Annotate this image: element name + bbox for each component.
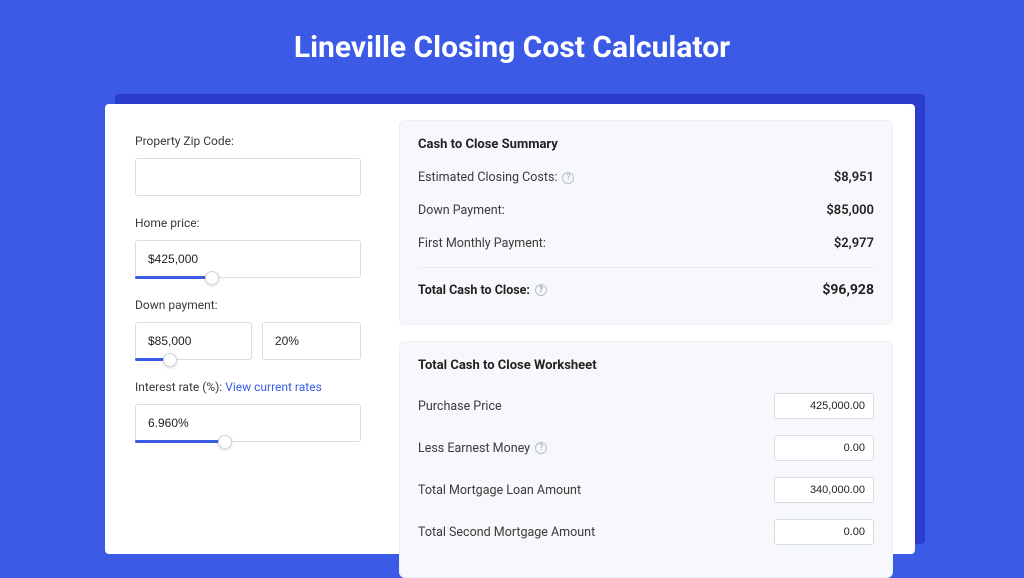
summary-label-total: Total Cash to Close: ?	[418, 283, 547, 298]
down-payment-slider-wrap	[135, 322, 252, 360]
worksheet-input-second-mortgage[interactable]	[774, 519, 874, 545]
worksheet-title: Total Cash to Close Worksheet	[418, 358, 874, 373]
summary-label-total-text: Total Cash to Close:	[418, 283, 530, 298]
worksheet-label-earnest-money-text: Less Earnest Money	[418, 441, 530, 456]
summary-row-closing-costs: Estimated Closing Costs: ? $8,951	[418, 170, 874, 203]
summary-label-first-payment: First Monthly Payment:	[418, 236, 546, 251]
home-price-label: Home price:	[135, 216, 361, 230]
interest-label: Interest rate (%): View current rates	[135, 380, 361, 394]
down-payment-field-group: Down payment:	[135, 298, 361, 360]
home-price-field-group: Home price:	[135, 216, 361, 278]
summary-value-closing-costs: $8,951	[834, 170, 874, 185]
worksheet-label-earnest-money: Less Earnest Money ?	[418, 441, 547, 456]
worksheet-input-earnest-money[interactable]	[774, 435, 874, 461]
summary-value-total: $96,928	[822, 282, 874, 298]
zip-field-group: Property Zip Code:	[135, 134, 361, 196]
interest-field-group: Interest rate (%): View current rates	[135, 380, 361, 442]
help-icon[interactable]: ?	[535, 284, 547, 296]
worksheet-input-mortgage-loan[interactable]	[774, 477, 874, 503]
down-payment-pct-input[interactable]	[262, 322, 361, 360]
help-icon[interactable]: ?	[535, 442, 547, 454]
summary-row-total: Total Cash to Close: ? $96,928	[418, 267, 874, 316]
summary-row-down-payment: Down Payment: $85,000	[418, 203, 874, 236]
home-price-slider-thumb[interactable]	[205, 271, 219, 285]
down-payment-slider-thumb[interactable]	[163, 353, 177, 367]
inputs-panel: Property Zip Code: Home price: Down paym…	[105, 104, 383, 554]
worksheet-input-purchase-price[interactable]	[774, 393, 874, 419]
page-title: Lineville Closing Cost Calculator	[0, 0, 1024, 89]
down-payment-input[interactable]	[135, 322, 252, 360]
calculator-card: Property Zip Code: Home price: Down paym…	[105, 104, 915, 554]
summary-label-closing-costs-text: Estimated Closing Costs:	[418, 170, 557, 185]
interest-slider-track	[135, 440, 225, 443]
summary-title: Cash to Close Summary	[418, 137, 874, 152]
worksheet-label-second-mortgage: Total Second Mortgage Amount	[418, 525, 595, 540]
summary-value-first-payment: $2,977	[834, 236, 874, 251]
worksheet-row-mortgage-loan: Total Mortgage Loan Amount	[418, 477, 874, 519]
summary-label-closing-costs: Estimated Closing Costs: ?	[418, 170, 574, 185]
summary-card: Cash to Close Summary Estimated Closing …	[399, 120, 893, 325]
interest-label-text: Interest rate (%):	[135, 380, 222, 394]
interest-input[interactable]	[135, 404, 361, 442]
worksheet-label-purchase-price: Purchase Price	[418, 399, 502, 414]
help-icon[interactable]: ?	[562, 172, 574, 184]
down-payment-label: Down payment:	[135, 298, 361, 312]
home-price-slider-track	[135, 276, 212, 279]
summary-value-down-payment: $85,000	[826, 203, 874, 218]
view-rates-link[interactable]: View current rates	[225, 380, 322, 394]
interest-slider-thumb[interactable]	[218, 435, 232, 449]
summary-label-down-payment: Down Payment:	[418, 203, 505, 218]
worksheet-row-earnest-money: Less Earnest Money ?	[418, 435, 874, 477]
home-price-input[interactable]	[135, 240, 361, 278]
summary-row-first-payment: First Monthly Payment: $2,977	[418, 236, 874, 269]
worksheet-card: Total Cash to Close Worksheet Purchase P…	[399, 341, 893, 578]
worksheet-row-purchase-price: Purchase Price	[418, 393, 874, 435]
zip-input[interactable]	[135, 158, 361, 196]
interest-slider-wrap	[135, 404, 361, 442]
home-price-slider-wrap	[135, 240, 361, 278]
worksheet-row-second-mortgage: Total Second Mortgage Amount	[418, 519, 874, 561]
worksheet-label-mortgage-loan: Total Mortgage Loan Amount	[418, 483, 581, 498]
zip-label: Property Zip Code:	[135, 134, 361, 148]
results-panel: Cash to Close Summary Estimated Closing …	[383, 104, 915, 554]
